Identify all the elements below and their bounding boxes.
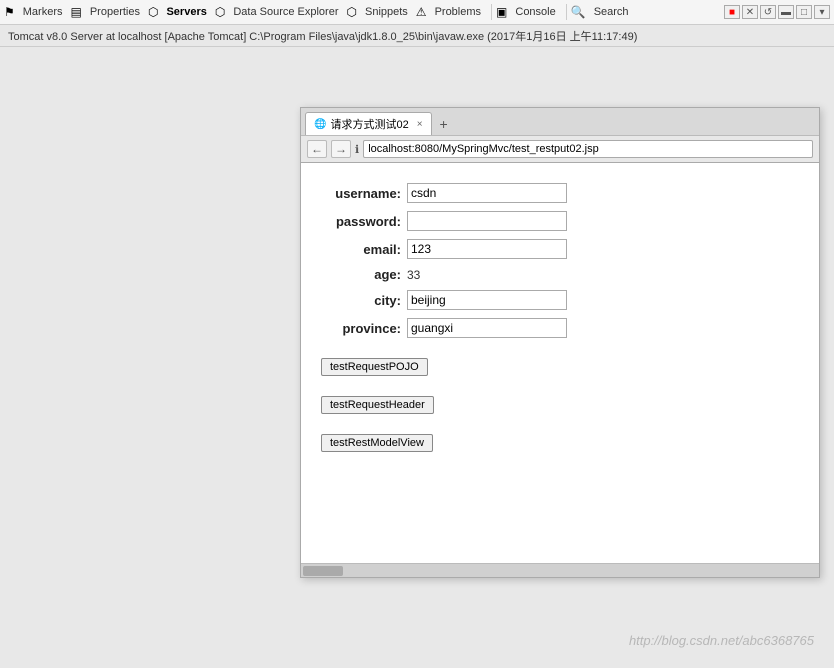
form-row-age: age: 33 — [321, 267, 799, 282]
toolbar-sep1 — [491, 4, 492, 20]
form-row-email: email: — [321, 239, 799, 259]
button-section-3: testRestModelView — [321, 434, 799, 452]
browser-window: 🌐 请求方式测试02 × + ← → ℹ username: — [300, 107, 820, 578]
label-province: province: — [321, 321, 401, 336]
input-password[interactable] — [407, 211, 567, 231]
form-row-city: city: — [321, 290, 799, 310]
maximize-button[interactable]: □ — [796, 5, 812, 19]
datasource-icon: ⬡ — [215, 5, 225, 19]
console-icon: ▣ — [496, 5, 507, 19]
tab-snippets[interactable]: Snippets — [359, 4, 414, 20]
browser-chrome: 🌐 请求方式测试02 × + ← → ℹ — [301, 108, 819, 163]
minimize-button[interactable]: ▬ — [778, 5, 794, 19]
test-request-header-button[interactable]: testRequestHeader — [321, 396, 434, 414]
restart-button[interactable]: ↺ — [760, 5, 776, 19]
eclipse-toolbar: ⚑ Markers ▤ Properties ⬡ Servers ⬡ Data … — [0, 0, 834, 25]
watermark: http://blog.csdn.net/abc6368765 — [629, 633, 814, 648]
tab-console[interactable]: Console — [509, 4, 561, 20]
snippets-icon: ⬡ — [347, 5, 357, 19]
browser-addressbar: ← → ℹ — [301, 135, 819, 162]
tab-problems[interactable]: Problems — [429, 4, 487, 20]
view-menu-button[interactable]: ▾ — [814, 5, 830, 19]
test-rest-model-view-button[interactable]: testRestModelView — [321, 434, 433, 452]
main-area: 🌐 请求方式测试02 × + ← → ℹ username: — [0, 47, 834, 668]
nav-info-icon: ℹ — [355, 143, 359, 156]
input-email[interactable] — [407, 239, 567, 259]
address-bar[interactable] — [363, 140, 813, 158]
properties-icon: ▤ — [71, 5, 82, 19]
label-city: city: — [321, 293, 401, 308]
browser-favicon: 🌐 — [314, 119, 326, 130]
form-row-username: username: — [321, 183, 799, 203]
servers-icon: ⬡ — [148, 5, 158, 19]
browser-tab-label: 请求方式测试02 — [330, 116, 408, 132]
toolbar-sep2 — [566, 4, 567, 20]
browser-tabs: 🌐 请求方式测试02 × + — [301, 108, 819, 135]
browser-content: username: password: email: age: 33 city: — [301, 163, 819, 563]
input-city[interactable] — [407, 290, 567, 310]
eclipse-window-controls: ■ ✕ ↺ ▬ □ ▾ — [724, 5, 830, 19]
search-icon: 🔍 — [571, 5, 586, 19]
horizontal-scrollbar[interactable] — [301, 563, 819, 577]
button-section-1: testRequestPOJO — [321, 358, 799, 376]
label-password: password: — [321, 214, 401, 229]
status-bar: Tomcat v8.0 Server at localhost [Apache … — [0, 25, 834, 47]
stop-button[interactable]: ■ — [724, 5, 740, 19]
tab-properties[interactable]: Properties — [84, 4, 146, 20]
tab-servers[interactable]: Servers — [160, 4, 212, 20]
form-row-password: password: — [321, 211, 799, 231]
form-row-province: province: — [321, 318, 799, 338]
label-username: username: — [321, 186, 401, 201]
label-age: age: — [321, 267, 401, 282]
input-province[interactable] — [407, 318, 567, 338]
tab-datasource[interactable]: Data Source Explorer — [227, 4, 344, 20]
disconnect-button[interactable]: ✕ — [742, 5, 758, 19]
tab-search[interactable]: Search — [588, 4, 635, 20]
value-age: 33 — [407, 268, 420, 282]
status-text: Tomcat v8.0 Server at localhost [Apache … — [8, 28, 637, 44]
browser-tab-close[interactable]: × — [417, 119, 423, 130]
test-request-pojo-button[interactable]: testRequestPOJO — [321, 358, 428, 376]
scroll-thumb[interactable] — [303, 566, 343, 576]
nav-back-button[interactable]: ← — [307, 140, 327, 158]
browser-tab-active[interactable]: 🌐 请求方式测试02 × — [305, 112, 432, 135]
tab-markers[interactable]: Markers — [17, 4, 69, 20]
problems-icon: ⚠ — [416, 5, 427, 19]
label-email: email: — [321, 242, 401, 257]
input-username[interactable] — [407, 183, 567, 203]
markers-icon: ⚑ — [4, 5, 15, 19]
nav-forward-button[interactable]: → — [331, 140, 351, 158]
button-section-2: testRequestHeader — [321, 396, 799, 414]
browser-new-tab[interactable]: + — [434, 114, 454, 134]
